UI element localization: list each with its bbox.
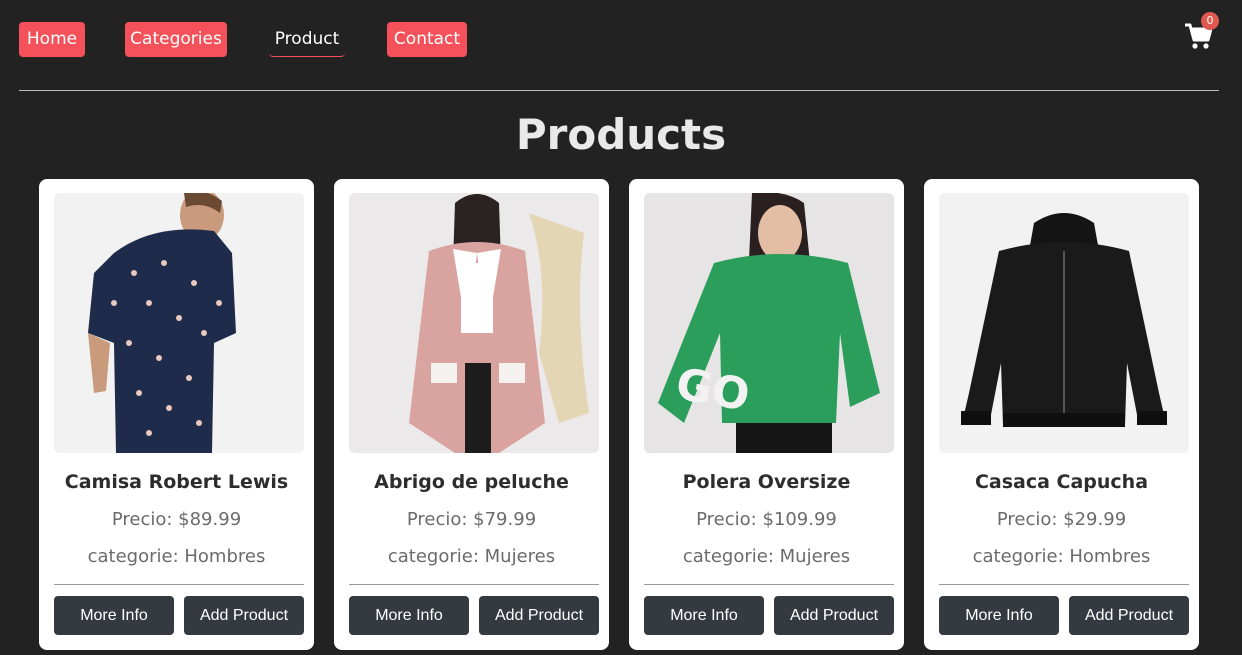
product-category: categorie: Hombres [87, 546, 266, 567]
add-product-button[interactable]: Add Product [1069, 596, 1189, 635]
product-price: Precio: $109.99 [696, 509, 837, 530]
product-name: Camisa Robert Lewis [64, 471, 289, 493]
product-category: categorie: Mujeres [387, 546, 556, 567]
card-divider [939, 584, 1189, 585]
header-divider [19, 90, 1219, 91]
nav-categories-link[interactable]: Categories [125, 22, 227, 57]
card-divider [644, 584, 894, 585]
page-title: Products [515, 110, 727, 159]
add-product-button[interactable]: Add Product [184, 596, 304, 635]
card-divider [54, 584, 304, 585]
more-info-button[interactable]: More Info [644, 596, 764, 635]
product-card: Casaca Capucha Precio: $29.99 categorie:… [924, 179, 1199, 650]
more-info-button[interactable]: More Info [939, 596, 1059, 635]
product-category: categorie: Mujeres [682, 546, 851, 567]
product-image-shirt [54, 193, 304, 453]
product-category: categorie: Hombres [972, 546, 1151, 567]
product-card: Camisa Robert Lewis Precio: $89.99 categ… [39, 179, 314, 650]
product-image-jacket [939, 193, 1189, 453]
top-nav: Home Categories Product Contact 0 [0, 0, 1242, 90]
product-card: GO Polera Oversize Precio: $109.99 categ… [629, 179, 904, 650]
add-product-button[interactable]: Add Product [774, 596, 894, 635]
cart-count-badge: 0 [1201, 12, 1219, 30]
product-price: Precio: $29.99 [996, 509, 1127, 530]
add-product-button[interactable]: Add Product [479, 596, 599, 635]
product-price: Precio: $79.99 [406, 509, 537, 530]
more-info-button[interactable]: More Info [349, 596, 469, 635]
nav-product-link[interactable]: Product [269, 22, 345, 57]
product-name: Abrigo de peluche [374, 471, 569, 493]
product-name: Polera Oversize [682, 471, 851, 493]
nav-contact-link[interactable]: Contact [387, 22, 467, 57]
nav-home-link[interactable]: Home [19, 22, 85, 57]
card-divider [349, 584, 599, 585]
product-card: Abrigo de peluche Precio: $79.99 categor… [334, 179, 609, 650]
product-name: Casaca Capucha [974, 471, 1149, 493]
more-info-button[interactable]: More Info [54, 596, 174, 635]
product-price: Precio: $89.99 [111, 509, 242, 530]
product-image-coat [349, 193, 599, 453]
product-image-sweatshirt: GO [644, 193, 894, 453]
